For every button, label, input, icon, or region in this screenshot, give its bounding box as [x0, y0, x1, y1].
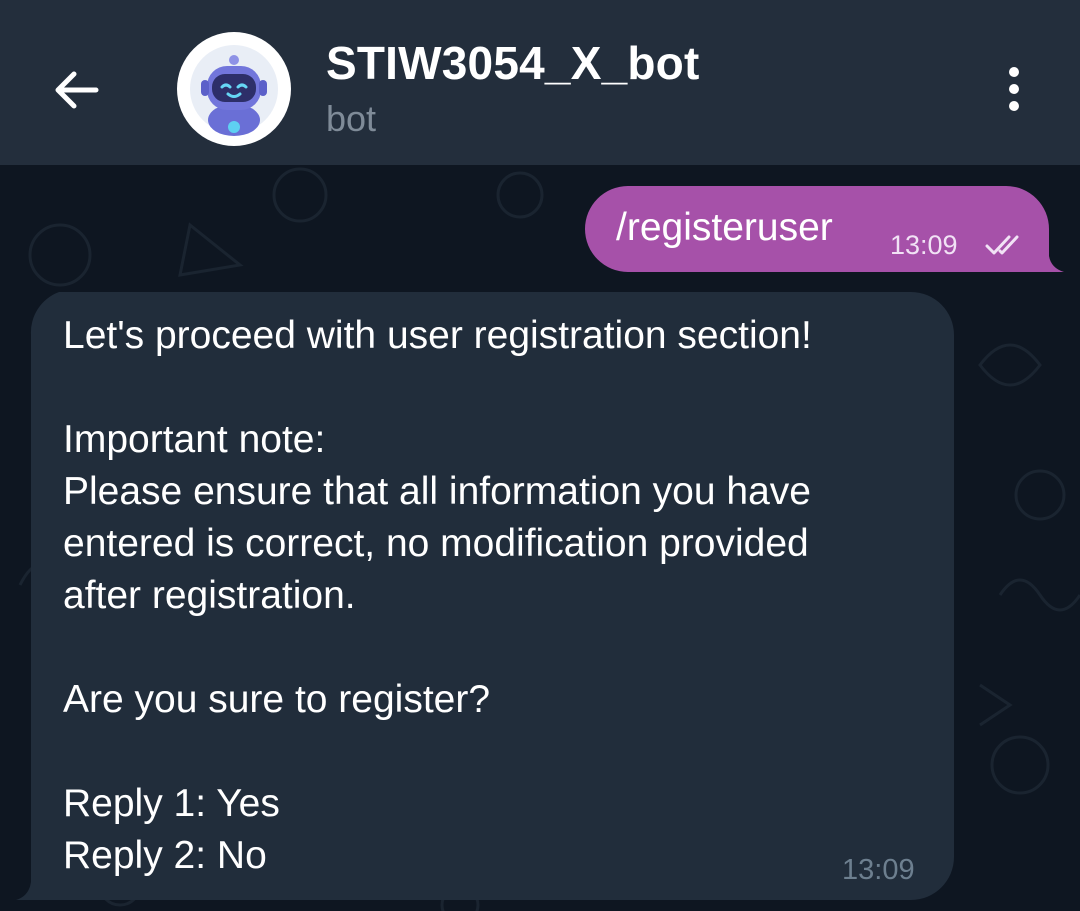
message-line: Important note: — [63, 418, 326, 461]
chat-title[interactable]: STIW3054_X_bot — [326, 36, 699, 90]
back-button[interactable] — [40, 60, 112, 120]
more-options-button[interactable] — [990, 60, 1038, 120]
more-vertical-icon — [1009, 67, 1019, 111]
chat-header: STIW3054_X_bot bot — [0, 0, 1080, 165]
message-line: Reply 1: Yes — [63, 782, 280, 825]
arrow-left-icon — [55, 71, 99, 109]
message-line: Reply 2: No — [63, 834, 267, 877]
chat-subtitle: bot — [326, 98, 377, 139]
message-line: Are you sure to register? — [63, 678, 491, 721]
robot-icon — [190, 45, 278, 136]
incoming-message-time: 13:09 — [842, 854, 915, 886]
message-line: after registration. — [63, 574, 356, 617]
outgoing-message-text: /registeruser — [616, 206, 833, 249]
avatar[interactable] — [177, 32, 291, 146]
message-line: Let's proceed with user registration sec… — [63, 314, 812, 357]
message-line: Please ensure that all information you h… — [63, 470, 811, 513]
outgoing-message-time: 13:09 — [890, 230, 958, 260]
outgoing-message[interactable]: /registeruser 13:09 — [585, 186, 1064, 272]
incoming-message[interactable]: Let's proceed with user registration sec… — [16, 292, 954, 900]
double-check-icon — [985, 235, 1019, 255]
message-line: entered is correct, no modification prov… — [63, 522, 809, 565]
